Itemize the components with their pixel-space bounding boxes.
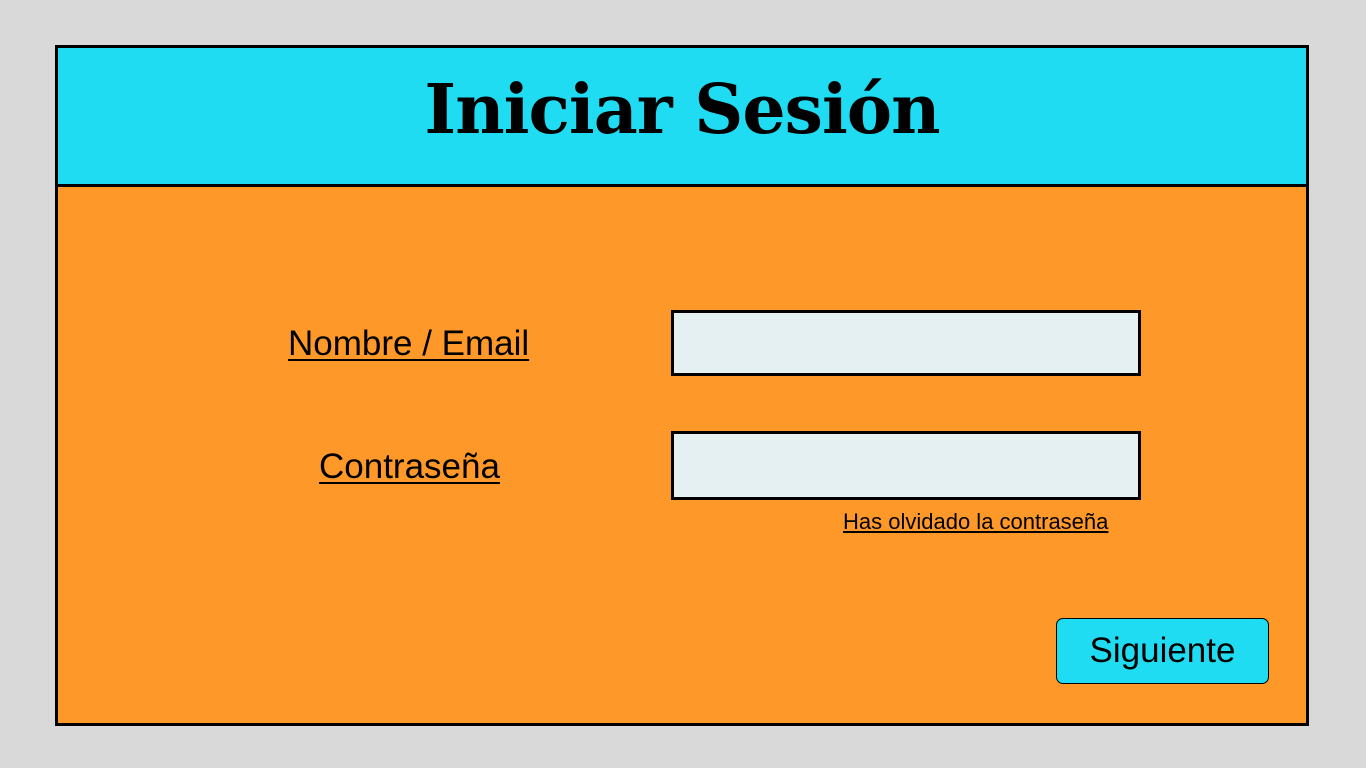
password-input[interactable]	[671, 431, 1141, 500]
next-button[interactable]: Siguiente	[1056, 618, 1269, 684]
username-label: Nombre / Email	[288, 324, 530, 363]
login-header: Iniciar Sesión	[58, 48, 1306, 187]
username-email-input[interactable]	[671, 310, 1141, 376]
page-title: Iniciar Sesión	[424, 70, 940, 150]
password-label: Contraseña	[319, 447, 500, 486]
forgot-password-link[interactable]: Has olvidado la contraseña	[843, 509, 1108, 535]
login-panel: Iniciar Sesión Nombre / Email Contraseña…	[55, 45, 1309, 726]
